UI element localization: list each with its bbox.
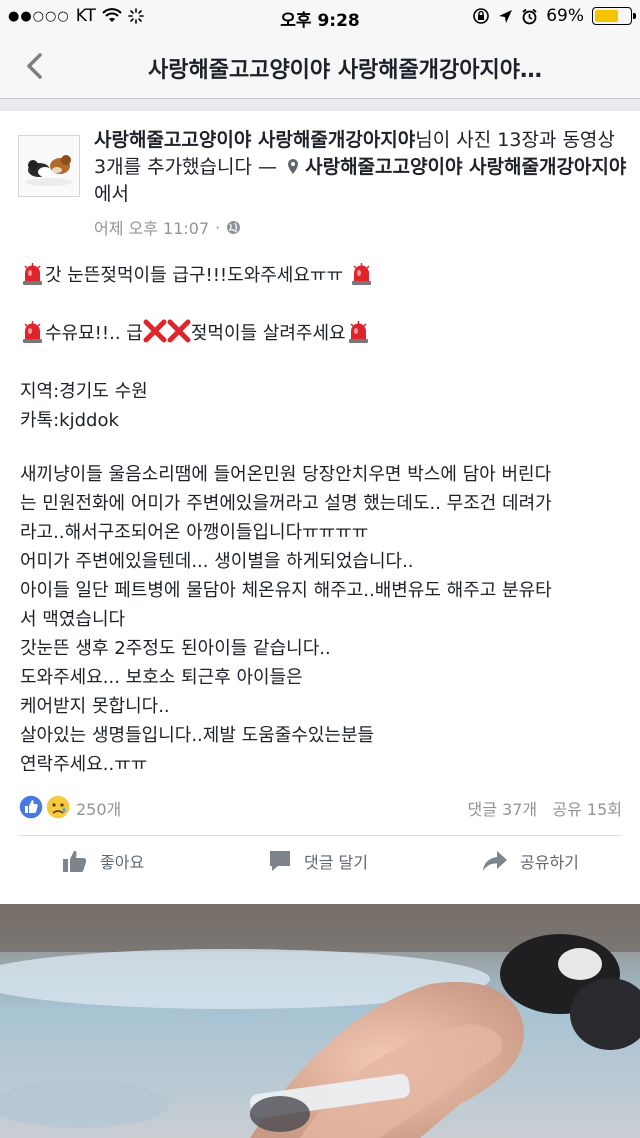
reaction-summary: 250개 댓글 37개 공유 15회 <box>18 792 622 822</box>
siren-emoji-icon <box>351 263 371 285</box>
status-bar: ●●○○○ KT 오후 9:28 69% <box>0 0 640 34</box>
comment-count[interactable]: 댓글 37개 <box>468 800 538 819</box>
share-arrow-icon <box>483 851 507 871</box>
cross-mark-emoji-icon <box>167 319 191 343</box>
paragraph-line: 갓눈뜬 생후 2주정도 된아이들 같습니다.. <box>20 638 331 659</box>
location-arrow-icon <box>499 9 513 23</box>
reaction-icons[interactable] <box>18 794 70 820</box>
thumbs-up-icon <box>63 850 87 872</box>
comment-button[interactable]: 댓글 달기 <box>268 849 368 873</box>
battery-tip <box>633 13 636 19</box>
paragraph-line: 도와주세요... 보호소 퇴근후 아이들은 <box>20 667 303 688</box>
post-card: 사랑해줄고고양이야 사랑해줄개강아지야님이 사진 13장과 동영상 3개를 추가… <box>0 111 640 886</box>
location-name[interactable]: 사랑해줄고고양이야 사랑해줄개강아지야 <box>305 156 626 178</box>
body-line-2b-text: 젖먹이들 살려주세요 <box>190 323 346 344</box>
like-label: 좋아요 <box>100 853 145 872</box>
share-label: 공유하기 <box>520 853 579 872</box>
region-line: 지역:경기도 수원 <box>20 381 148 402</box>
paragraph-line: 새끼냥이들 울음소리땜에 들어온민원 당장안치우면 박스에 담아 버린다 <box>20 464 552 485</box>
avatar[interactable] <box>18 135 80 197</box>
nav-bar: 사랑해줄고고양이야 사랑해줄개강아지야… <box>0 34 640 99</box>
paragraph-line: 연락주세요..ㅠㅠ <box>20 754 148 775</box>
siren-emoji-icon <box>23 263 42 285</box>
like-button[interactable]: 좋아요 <box>62 849 144 873</box>
divider <box>18 835 622 836</box>
globe-icon <box>227 220 241 234</box>
post-header: 사랑해줄고고양이야 사랑해줄개강아지야님이 사진 13장과 동영상 3개를 추가… <box>94 127 630 208</box>
cross-mark-emoji-icon <box>143 319 167 343</box>
alarm-icon <box>522 8 537 24</box>
chevron-left-icon <box>27 53 42 79</box>
location-pin-icon <box>288 159 299 174</box>
share-count[interactable]: 공유 15회 <box>552 800 622 819</box>
avatar-image <box>19 136 79 196</box>
body-line-1: 갓 눈뜬젖먹이들 급구!!!도와주세요ㅠㅠ <box>20 261 630 290</box>
status-right: 69% <box>472 6 636 26</box>
post-body: 갓 눈뜬젖먹이들 급구!!!도와주세요ㅠㅠ 수유묘!!.. 급 젖먹이들 살려주세… <box>20 261 630 779</box>
rotation-lock-icon <box>473 8 490 24</box>
body-line-2a-text: 수유묘!!.. 급 <box>45 323 143 344</box>
body-line-2: 수유묘!!.. 급 젖먹이들 살려주세요 <box>20 319 630 348</box>
timestamp-label: 어제 오후 11:07 <box>94 219 210 238</box>
paragraph-line: 라고..해서구조되어온 아깽이들입니다ㅠㅠㅠㅠ <box>20 522 369 543</box>
video-thumbnail[interactable] <box>0 904 640 1138</box>
post-actions: 좋아요 댓글 달기 공유하기 <box>0 839 640 885</box>
location-suffix: 에서 <box>94 183 129 205</box>
comment-share-counts: 댓글 37개 공유 15회 <box>468 796 622 820</box>
paragraph-line: 어미가 주변에있을텐데... 생이별을 하게되었습니다.. <box>20 551 414 572</box>
comment-icon <box>270 851 290 871</box>
paragraph-line: 케어받지 못합니다.. <box>20 696 170 717</box>
paragraph-line: 는 민원전화에 어미가 주변에있을꺼라고 설명 했는데도.. 무조건 데려가 <box>20 493 552 514</box>
body-line-1-text: 갓 눈뜬젖먹이들 급구!!!도와주세요ㅠㅠ <box>45 265 344 286</box>
video-frame-image <box>0 904 640 1138</box>
battery-percent: 69% <box>546 6 584 26</box>
author-name[interactable]: 사랑해줄고고양이야 사랑해줄개강아지야 <box>94 129 415 151</box>
battery-fill <box>595 10 618 22</box>
share-button[interactable]: 공유하기 <box>482 849 579 873</box>
post-timestamp[interactable]: 어제 오후 11:07 · <box>94 215 241 239</box>
back-button[interactable] <box>18 48 54 84</box>
feed-gap <box>0 99 640 111</box>
page-title: 사랑해줄고고양이야 사랑해줄개강아지야… <box>148 58 542 83</box>
comment-label: 댓글 달기 <box>304 853 368 872</box>
siren-emoji-icon <box>348 321 368 343</box>
paragraph-line: 서 맥였습니다 <box>20 609 126 630</box>
paragraph-line: 아이들 일단 페트병에 물담아 체온유지 해주고..배변유도 해주고 분유타 <box>20 580 552 601</box>
dot-separator: · <box>215 217 221 237</box>
reaction-count[interactable]: 250개 <box>76 796 121 820</box>
paragraph-line: 살아있는 생명들입니다..제발 도움줄수있는분들 <box>20 725 375 746</box>
kakao-line: 카톡:kjddok <box>20 410 119 431</box>
battery-icon <box>592 7 636 25</box>
siren-emoji-icon <box>23 321 42 343</box>
